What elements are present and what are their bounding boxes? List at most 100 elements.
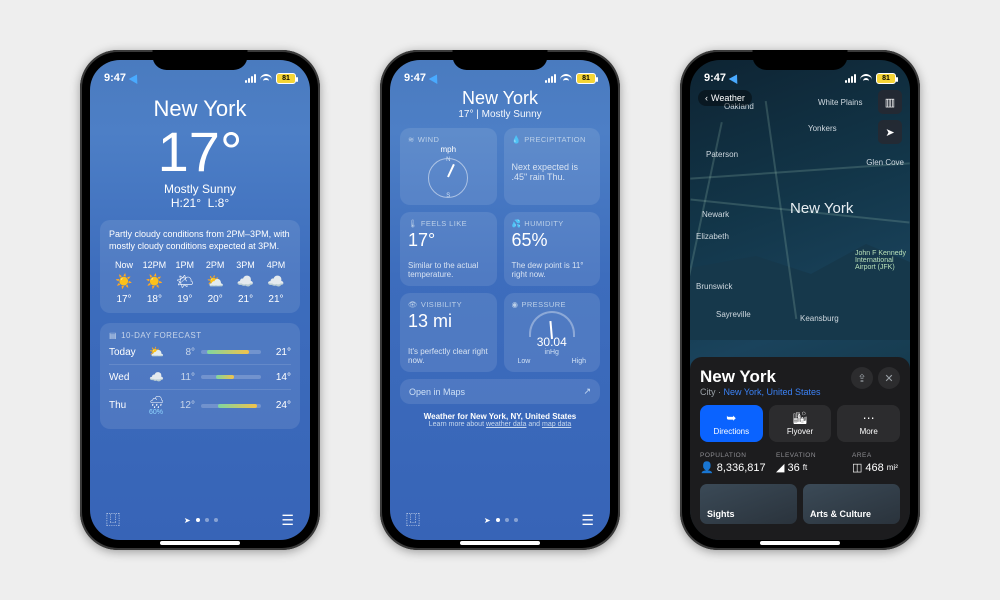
screen: 9:47 81 New York 17° | Mostly Sunny ≋WIN… (390, 60, 610, 540)
hourly-strip[interactable]: Now☀️17°12PM☀️18°1PM🌤19°2PM⛅️20°3PM☁️21°… (109, 260, 291, 305)
stat-header: ELEVATION (776, 452, 840, 459)
open-in-maps-row[interactable]: Open in Maps ↗ (400, 379, 600, 404)
city-name: New York (100, 96, 300, 122)
screen: 9:47 81 Oakland White Plains Yonkers Pat… (690, 60, 910, 540)
visibility-tile[interactable]: 👁VISIBILITY 13 mi It's perfectly clear r… (400, 293, 497, 372)
buildings-icon: 🏙 (773, 411, 828, 425)
back-label: Weather (711, 93, 745, 103)
home-indicator[interactable] (160, 541, 240, 545)
share-button[interactable]: ⇪ (851, 367, 873, 389)
wind-tile[interactable]: ≋WIND mph N S (400, 128, 497, 205)
weather-detail-content[interactable]: New York 17° | Mostly Sunny ≋WIND mph N … (390, 60, 610, 540)
person-icon: 👤 (700, 461, 714, 474)
weather-data-link[interactable]: weather data (486, 421, 526, 428)
more-button[interactable]: ⋯ More (837, 405, 900, 442)
daily-row[interactable]: Thu 🌧60% 12° 24° (109, 389, 291, 421)
back-to-weather[interactable]: ‹ Weather (698, 90, 752, 106)
humidity-tile[interactable]: 💦HUMIDITY 65% The dew point is 11° right… (504, 212, 601, 286)
condition-text: Mostly Sunny (100, 182, 300, 196)
pressure-unit: inHg (512, 349, 593, 356)
category-arts[interactable]: Arts & Culture (803, 484, 900, 524)
signal-icon (245, 74, 256, 83)
wifi-icon (560, 74, 572, 83)
signal-icon (845, 74, 856, 83)
compass-s: S (446, 193, 450, 199)
attr-prefix: Learn more about (429, 421, 486, 428)
current-temp: 17° (100, 124, 300, 180)
feels-header: FEELS LIKE (421, 219, 467, 228)
humidity-header: HUMIDITY (524, 219, 563, 228)
precip-header: PRECIPITATION (524, 135, 586, 144)
map-icon[interactable]: ⿶ (106, 510, 120, 530)
daily-card[interactable]: ▤ 10-DAY FORECAST Today ⛅️ 8° 21°Wed ☁️ … (100, 323, 300, 429)
eye-icon: 👁 (408, 300, 418, 309)
daily-row[interactable]: Wed ☁️ 11° 14° (109, 364, 291, 389)
daily-row[interactable]: Today ⛅️ 8° 21° (109, 340, 291, 364)
home-indicator[interactable] (760, 541, 840, 545)
stat-unit: ft (803, 463, 807, 472)
location-icon (729, 72, 742, 84)
wind-header: WIND (418, 135, 440, 144)
map-icon[interactable]: ⿶ (406, 510, 420, 530)
battery-icon: 81 (576, 73, 596, 84)
battery-icon: 81 (876, 73, 896, 84)
pressure-low-label: Low (518, 358, 531, 365)
map-label: White Plains (818, 98, 862, 107)
map-locate-button[interactable]: ➤ (878, 120, 902, 144)
list-icon[interactable]: ☰ (281, 512, 294, 529)
map-label: Brunswick (696, 282, 732, 291)
place-stats[interactable]: POPULATION 👤8,336,817 ELEVATION ◢36ft AR… (700, 452, 900, 474)
hourly-card[interactable]: Partly cloudy conditions from 2PM–3PM, w… (100, 220, 300, 313)
stat-elevation: ELEVATION ◢36ft (776, 452, 840, 474)
category-label: Sights (707, 509, 735, 519)
flyover-button[interactable]: 🏙 Flyover (769, 405, 832, 442)
ellipsis-icon: ⋯ (841, 411, 896, 425)
feels-like-tile[interactable]: 🌡FEELS LIKE 17° Similar to the actual te… (400, 212, 497, 286)
map-label: Keansburg (800, 314, 839, 323)
location-dot-icon: ➤ (184, 516, 191, 525)
droplet-icon: 💧 (512, 135, 522, 144)
category-sights[interactable]: Sights (700, 484, 797, 524)
close-button[interactable]: ✕ (878, 367, 900, 389)
place-sheet[interactable]: New York City · New York, United States … (690, 357, 910, 540)
chevron-left-icon: ‹ (705, 93, 708, 103)
directions-button[interactable]: ➥ Directions (700, 405, 763, 442)
page-dots[interactable]: ➤ (484, 516, 518, 525)
hourly-item: 12PM☀️18° (139, 260, 169, 305)
location-icon (429, 72, 442, 84)
wind-compass: N S (428, 158, 468, 198)
mountain-icon: ◢ (776, 461, 784, 474)
map-layers-button[interactable]: ▥ (878, 90, 902, 114)
high-low: H:21° L:8° (100, 196, 300, 210)
map-data-link[interactable]: map data (542, 421, 571, 428)
area-icon: ◫ (852, 461, 862, 474)
visibility-value: 13 mi (408, 311, 489, 332)
directions-label: Directions (704, 427, 759, 436)
wind-unit: mph (408, 145, 489, 154)
map-label: Paterson (706, 150, 738, 159)
hourly-item: Now☀️17° (109, 260, 139, 305)
notch (753, 50, 848, 70)
wifi-icon (860, 74, 872, 83)
map-city-label: New York (790, 200, 853, 217)
location-icon (129, 72, 142, 84)
home-indicator[interactable] (460, 541, 540, 545)
map-label: Elizabeth (696, 232, 729, 241)
hourly-item: 1PM🌤19° (170, 260, 200, 305)
page-dots[interactable]: ➤ (184, 516, 218, 525)
phone-maps: 9:47 81 Oakland White Plains Yonkers Pat… (680, 50, 920, 550)
list-icon[interactable]: ☰ (581, 512, 594, 529)
stat-header: AREA (852, 452, 900, 459)
place-region-link[interactable]: New York, United States (724, 387, 821, 397)
compass-n: N (446, 157, 450, 163)
humidity-icon: 💦 (512, 219, 522, 228)
weather-content[interactable]: New York 17° Mostly Sunny H:21° L:8° Par… (90, 60, 310, 540)
map-label: Newark (702, 210, 729, 219)
phone-weather-main: 9:47 81 New York 17° Mostly Sunny H:21° … (80, 50, 320, 550)
feels-value: 17° (408, 230, 489, 251)
stat-value: 468 (865, 462, 883, 474)
precipitation-tile[interactable]: 💧PRECIPITATION Next expected is .45" rai… (504, 128, 601, 205)
hourly-item: 3PM☁️21° (231, 260, 261, 305)
pressure-tile[interactable]: ◉PRESSURE 30.04 inHg Low High (504, 293, 601, 372)
flyover-label: Flyover (773, 427, 828, 436)
